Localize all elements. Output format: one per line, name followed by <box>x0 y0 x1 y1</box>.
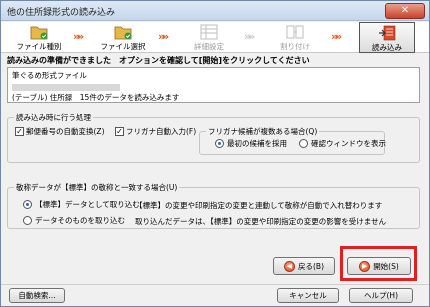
help-button[interactable]: ヘルプ(H) <box>349 288 413 303</box>
back-arrow-icon: ◀ <box>284 260 295 272</box>
instruction-text: 読み込みの準備ができました オプションを確認して[開始]をクリックしてください <box>7 56 310 65</box>
step-label: 割り付け <box>280 42 310 51</box>
step-label: ファイル選択 <box>100 42 146 51</box>
file-type-text: 筆ぐるめ形式ファイル <box>12 71 87 80</box>
back-button[interactable]: ◀ 戻る(B) <box>273 257 335 275</box>
honorific-group-title: 敬称データが【標準】の敬称と一致する場合(U) <box>14 182 180 193</box>
first-candidate-radio[interactable]: 最初の候補を採用 <box>215 138 287 149</box>
postal-code-checkbox[interactable]: ✓ 郵便番号の自動変換(Z) <box>15 126 105 137</box>
raw-data-description: 取り込んだデータは、【標準】の変更や印刷指定の変更の影響を受けません <box>135 217 387 226</box>
close-button[interactable]: ✕ <box>385 3 425 19</box>
step-assign: 割り付け <box>267 22 323 53</box>
step-arrow-icon: »» <box>331 30 342 43</box>
step-file-select[interactable]: ファイル選択 <box>95 22 151 53</box>
import-dialog: 他の住所録形式の読み込み ✕ ファイル種別 »» ファイル選択 »» 詳細設定 … <box>0 0 430 307</box>
furigana-label: フリガナ自動入力(F) <box>126 127 197 136</box>
radio-selected-icon <box>23 200 32 209</box>
auto-search-button[interactable]: 自動検索... <box>9 288 65 303</box>
step-label: 詳細設定 <box>194 42 224 51</box>
step-arrow-icon: »» <box>158 30 169 43</box>
confirm-window-radio[interactable]: 確認ウィンドウを表示 <box>299 138 386 149</box>
import-icon <box>379 25 396 41</box>
standard-data-label: 【標準】データとして取り込む <box>35 200 140 209</box>
assign-icon <box>286 25 304 39</box>
standard-data-radio[interactable]: 【標準】データとして取り込む <box>23 199 140 210</box>
radio-unselected-icon <box>23 216 32 225</box>
folder-icon <box>30 26 48 40</box>
raw-data-radio[interactable]: データそのものを取り込む <box>23 215 125 226</box>
start-button-highlight <box>340 246 417 281</box>
step-label: 読み込み <box>372 43 402 52</box>
checkbox-check-icon: ✓ <box>15 127 24 136</box>
options-group-title: 読み込み時に行う処理 <box>14 112 93 123</box>
title-bar: 他の住所録形式の読み込み ✕ <box>1 1 429 21</box>
step-arrow-icon: »» <box>244 30 255 43</box>
furigana-checkbox[interactable]: ✓ フリガナ自動入力(F) <box>115 126 196 137</box>
folder-icon <box>114 26 132 40</box>
confirm-window-label: 確認ウィンドウを表示 <box>311 139 386 148</box>
table-summary-text: (テーブル) 住所録 15件のデータを読み込みます <box>12 93 180 102</box>
checkbox-check-icon: ✓ <box>115 127 124 136</box>
settings-grid-icon <box>200 24 218 40</box>
radio-unselected-icon <box>299 139 308 148</box>
postal-code-label: 郵便番号の自動変換(Z) <box>26 127 105 136</box>
step-arrow-icon: »» <box>73 30 84 43</box>
furigana-group-title: フリガナ候補が複数ある場合(Q) <box>206 126 320 137</box>
raw-data-label: データそのものを取り込む <box>35 216 125 225</box>
radio-selected-icon <box>215 139 224 148</box>
window-title: 他の住所録形式の読み込み <box>7 8 116 18</box>
step-file-type[interactable]: ファイル種別 <box>11 22 67 53</box>
wizard-steps: ファイル種別 »» ファイル選択 »» 詳細設定 »» 割り付け »» 読み込み <box>1 22 429 53</box>
back-button-label: 戻る(B) <box>298 261 324 271</box>
step-import[interactable]: 読み込み <box>359 22 415 53</box>
first-candidate-label: 最初の候補を採用 <box>227 139 287 148</box>
step-detail-settings: 詳細設定 <box>181 22 237 53</box>
cancel-button[interactable]: キャンセル <box>277 288 339 303</box>
file-info-box: 筆ぐるめ形式ファイル (テーブル) 住所録 15件のデータを読み込みます <box>7 67 420 103</box>
file-path-redacted <box>12 83 120 91</box>
step-label: ファイル種別 <box>16 42 62 51</box>
standard-data-description: 【標準】の変更や印刷指定の変更と連動して敬称が自動で入れ替わります <box>135 201 383 210</box>
